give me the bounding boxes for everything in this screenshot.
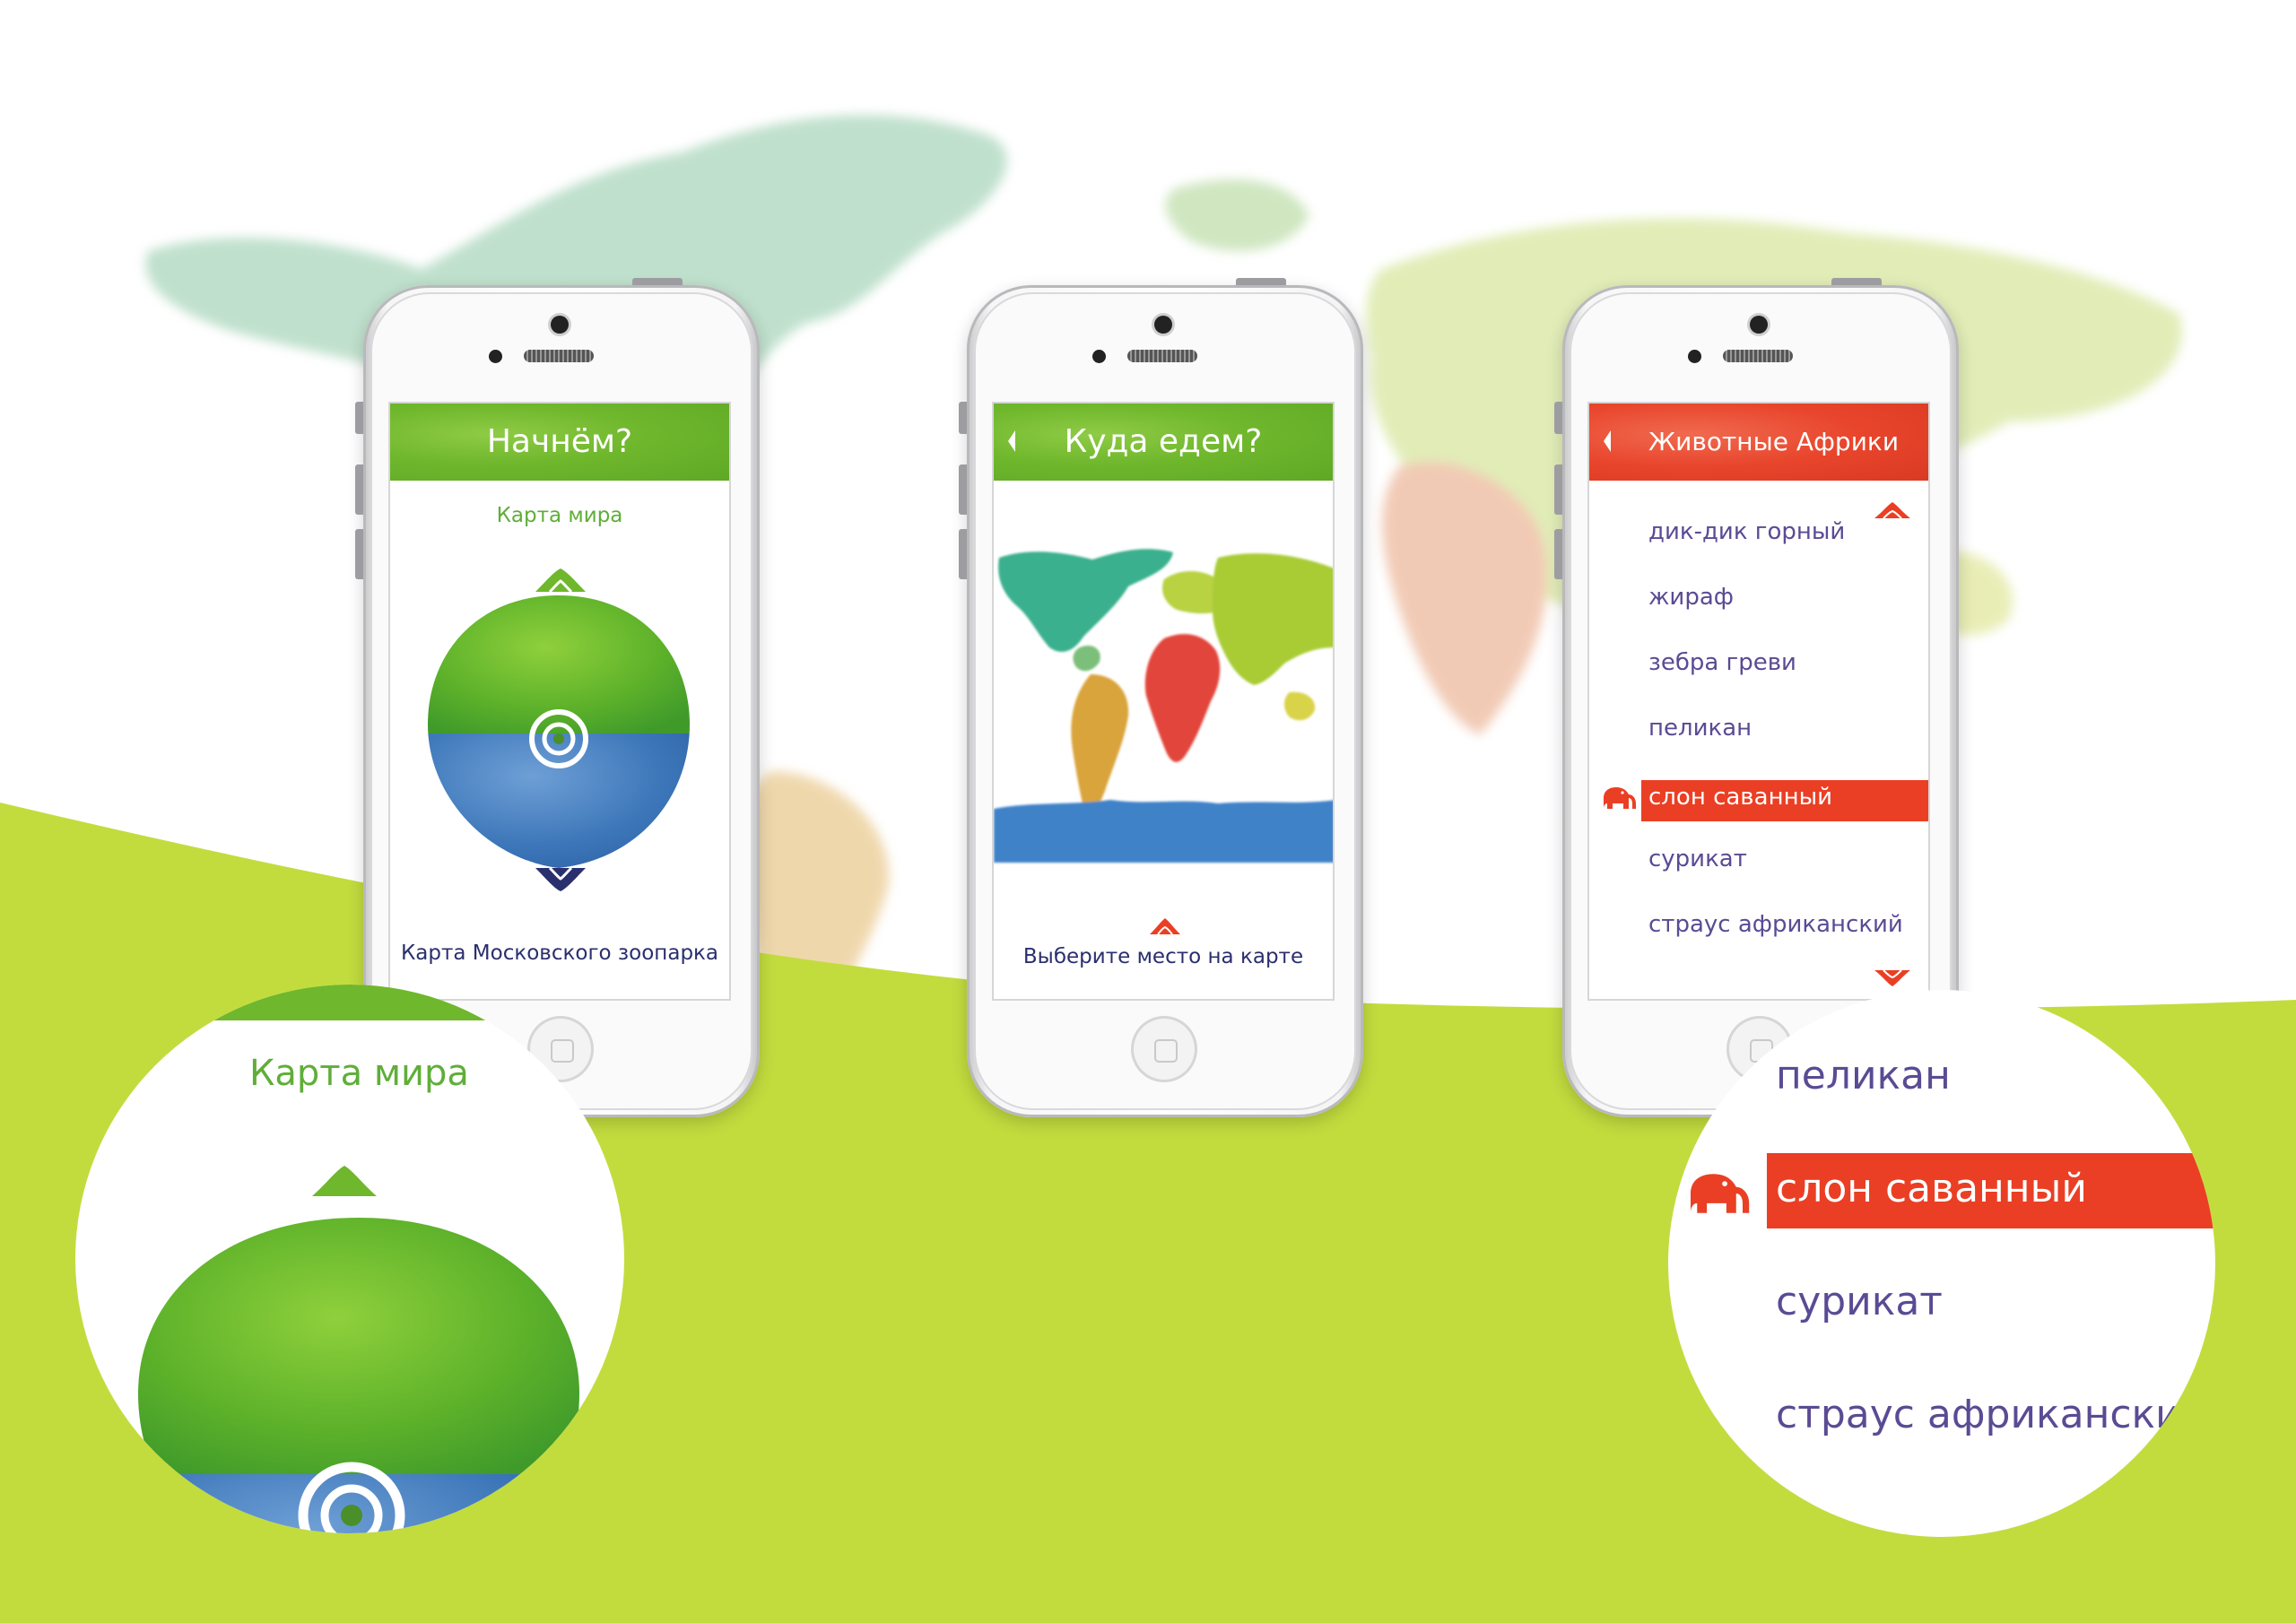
zoom-item-pelican: пеликан — [1776, 1053, 1951, 1098]
back-icon[interactable] — [1006, 429, 1017, 454]
animal-item-elephant[interactable]: слон саванный — [1648, 784, 1832, 811]
world-map-link[interactable]: Карта мира — [390, 504, 729, 527]
zoom-item-elephant: слон саванный — [1776, 1166, 2087, 1211]
home-button — [1131, 1016, 1197, 1082]
header-bar: Начнём? — [390, 404, 729, 481]
zoom-item-ostrich: страус африканский — [1776, 1392, 2207, 1437]
back-icon[interactable] — [1602, 429, 1613, 454]
header-title: Начнём? — [486, 423, 633, 460]
animal-item-pelican[interactable]: пеликан — [1648, 715, 1752, 742]
chevron-down-icon[interactable] — [534, 866, 587, 893]
earpiece-speaker — [1127, 350, 1197, 362]
animal-item-zebra[interactable]: зебра греви — [1648, 649, 1796, 676]
phone-mockup-map: Куда едем? Выберите место на карте — [959, 278, 1363, 1117]
zoom-item-meerkat: сурикат — [1776, 1279, 1943, 1324]
globe-selector[interactable] — [424, 590, 693, 877]
zoom-header-strip — [75, 985, 624, 1020]
animal-item-ostrich[interactable]: страус африканский — [1648, 911, 1903, 938]
front-camera — [551, 316, 569, 334]
world-map-image[interactable] — [994, 540, 1335, 881]
zoom-globe — [138, 1218, 579, 1533]
moscow-zoo-map-link[interactable]: Карта Московского зоопарка — [390, 942, 729, 965]
zoom-elephant-icon — [1691, 1174, 1750, 1213]
proximity-sensor — [489, 350, 502, 363]
earpiece-speaker — [524, 350, 594, 362]
zoom-subtitle: Карта мира — [249, 1053, 469, 1094]
proximity-sensor — [1092, 350, 1106, 363]
zoom-detail-animal-list: пеликан слон саванный сурикат страус афр… — [1668, 990, 2215, 1537]
screen-start: Начнём? Карта мира Карта Московского зоо… — [388, 402, 731, 1001]
header-title: Животные Африки — [1648, 427, 1900, 456]
zoom-chevron-up-icon — [312, 1166, 377, 1196]
front-camera — [1154, 316, 1172, 334]
zoom-detail-world-map: Карта мира — [75, 985, 624, 1533]
screen-choose-destination: Куда едем? Выберите место на карте — [992, 402, 1335, 1001]
proximity-sensor — [1688, 350, 1701, 363]
earpiece-speaker — [1723, 350, 1793, 362]
scroll-down-icon[interactable] — [1873, 968, 1912, 988]
screen-african-animals: Животные Африки дик-дик горный жираф зеб… — [1587, 402, 1930, 1001]
scroll-up-icon[interactable] — [1873, 500, 1912, 520]
elephant-icon — [1604, 787, 1636, 809]
front-camera — [1750, 316, 1768, 334]
animal-item-meerkat[interactable]: сурикат — [1648, 846, 1747, 872]
animal-item-dik-dik[interactable]: дик-дик горный — [1648, 518, 1845, 545]
marker-icon[interactable] — [1148, 916, 1182, 936]
animal-item-giraffe[interactable]: жираф — [1648, 584, 1734, 611]
header-bar: Животные Африки — [1589, 404, 1928, 481]
header-bar: Куда едем? — [994, 404, 1333, 481]
header-title: Куда едем? — [1064, 423, 1263, 460]
choose-place-hint: Выберите место на карте — [1022, 945, 1304, 968]
